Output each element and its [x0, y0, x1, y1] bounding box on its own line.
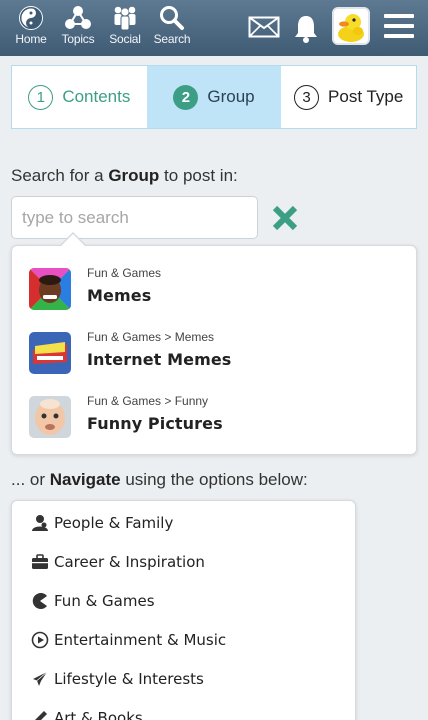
heading-text: ... or	[11, 470, 50, 489]
category-list: People & Family Career & Inspiration Fun…	[11, 500, 356, 720]
nav-home-label: Home	[15, 32, 47, 46]
yin-yang-icon	[19, 6, 43, 30]
dropdown-caret-inner	[60, 234, 86, 247]
group-thumbnail	[29, 396, 71, 438]
heading-bold: Navigate	[49, 470, 121, 489]
result-item-internet-memes[interactable]: Fun & Games > Memes Internet Memes	[12, 326, 416, 386]
heading-text: Search for a	[11, 166, 109, 185]
nav-search-label: Search	[153, 32, 191, 46]
result-name: Internet Memes	[87, 350, 232, 369]
play-circle-icon	[30, 630, 50, 650]
airplane-icon	[30, 669, 50, 689]
category-label: Entertainment & Music	[54, 630, 227, 649]
step-post-type[interactable]: 3 Post Type	[281, 66, 416, 128]
close-icon	[272, 205, 298, 231]
duck-avatar-image	[334, 9, 368, 43]
search-results-dropdown: Fun & Games Memes Fun & Games > Memes In…	[11, 245, 417, 455]
top-navigation-bar: Home Topics Social Search	[0, 0, 428, 56]
step-contents[interactable]: 1 Contents	[12, 66, 147, 128]
topics-network-icon	[65, 6, 91, 29]
bell-icon	[295, 16, 317, 43]
category-label: Lifestyle & Interests	[54, 669, 204, 688]
notifications-button[interactable]	[293, 14, 319, 44]
step-group[interactable]: 2 Group	[146, 66, 282, 128]
hamburger-menu-button[interactable]	[383, 12, 415, 40]
step-label: Contents	[62, 87, 131, 106]
briefcase-icon	[30, 552, 50, 572]
nav-topics-label: Topics	[61, 32, 95, 46]
category-label: Art & Books	[54, 708, 143, 720]
clear-search-button[interactable]	[268, 201, 302, 235]
search-heading: Search for a Group to post in:	[11, 166, 238, 186]
step-label: Group	[207, 87, 255, 106]
heading-text: to post in:	[159, 166, 238, 185]
nav-home[interactable]: Home	[9, 4, 53, 46]
category-lifestyle-interests[interactable]: Lifestyle & Interests	[12, 659, 355, 698]
mail-button[interactable]	[248, 16, 280, 38]
category-art-books[interactable]: Art & Books	[12, 698, 355, 720]
people-group-icon	[114, 6, 136, 31]
pencil-icon	[30, 708, 50, 720]
heading-bold: Group	[108, 166, 160, 185]
result-path: Fun & Games	[87, 266, 162, 280]
funny-pictures-thumbnail-image	[29, 396, 71, 438]
category-label: People & Family	[54, 513, 174, 532]
category-entertainment-music[interactable]: Entertainment & Music	[12, 620, 355, 659]
post-wizard-stepper: 1 Contents 2 Group 3 Post Type	[11, 65, 417, 129]
result-name: Memes	[87, 286, 152, 305]
step-number: 1	[28, 84, 54, 110]
result-name: Funny Pictures	[87, 414, 223, 433]
category-label: Career & Inspiration	[54, 552, 205, 571]
person-icon	[30, 513, 50, 533]
memes-thumbnail-image	[29, 268, 71, 310]
nav-topics[interactable]: Topics	[56, 4, 100, 46]
nav-social[interactable]: Social	[103, 4, 147, 46]
nav-search[interactable]: Search	[150, 4, 194, 46]
result-item-funny-pictures[interactable]: Fun & Games > Funny Funny Pictures	[12, 390, 416, 450]
step-number: 3	[294, 84, 320, 110]
avatar[interactable]	[332, 7, 370, 45]
search-icon	[160, 6, 184, 30]
step-label: Post Type	[328, 87, 404, 106]
category-people-family[interactable]: People & Family	[12, 503, 355, 542]
hamburger-menu-icon	[384, 14, 414, 38]
category-fun-games[interactable]: Fun & Games	[12, 581, 355, 620]
category-label: Fun & Games	[54, 591, 155, 610]
group-search-input[interactable]	[11, 196, 258, 239]
nav-social-label: Social	[109, 32, 141, 46]
mail-icon	[248, 16, 280, 38]
result-path: Fun & Games > Funny	[87, 394, 209, 408]
navigate-heading: ... or Navigate using the options below:	[11, 470, 308, 490]
group-thumbnail	[29, 332, 71, 374]
group-thumbnail	[29, 268, 71, 310]
pacman-icon	[30, 591, 50, 611]
result-item-memes[interactable]: Fun & Games Memes	[12, 262, 416, 322]
heading-text: using the options below:	[120, 470, 308, 489]
result-path: Fun & Games > Memes	[87, 330, 215, 344]
step-number: 2	[173, 84, 199, 110]
category-career-inspiration[interactable]: Career & Inspiration	[12, 542, 355, 581]
internet-memes-thumbnail-image	[29, 332, 71, 374]
